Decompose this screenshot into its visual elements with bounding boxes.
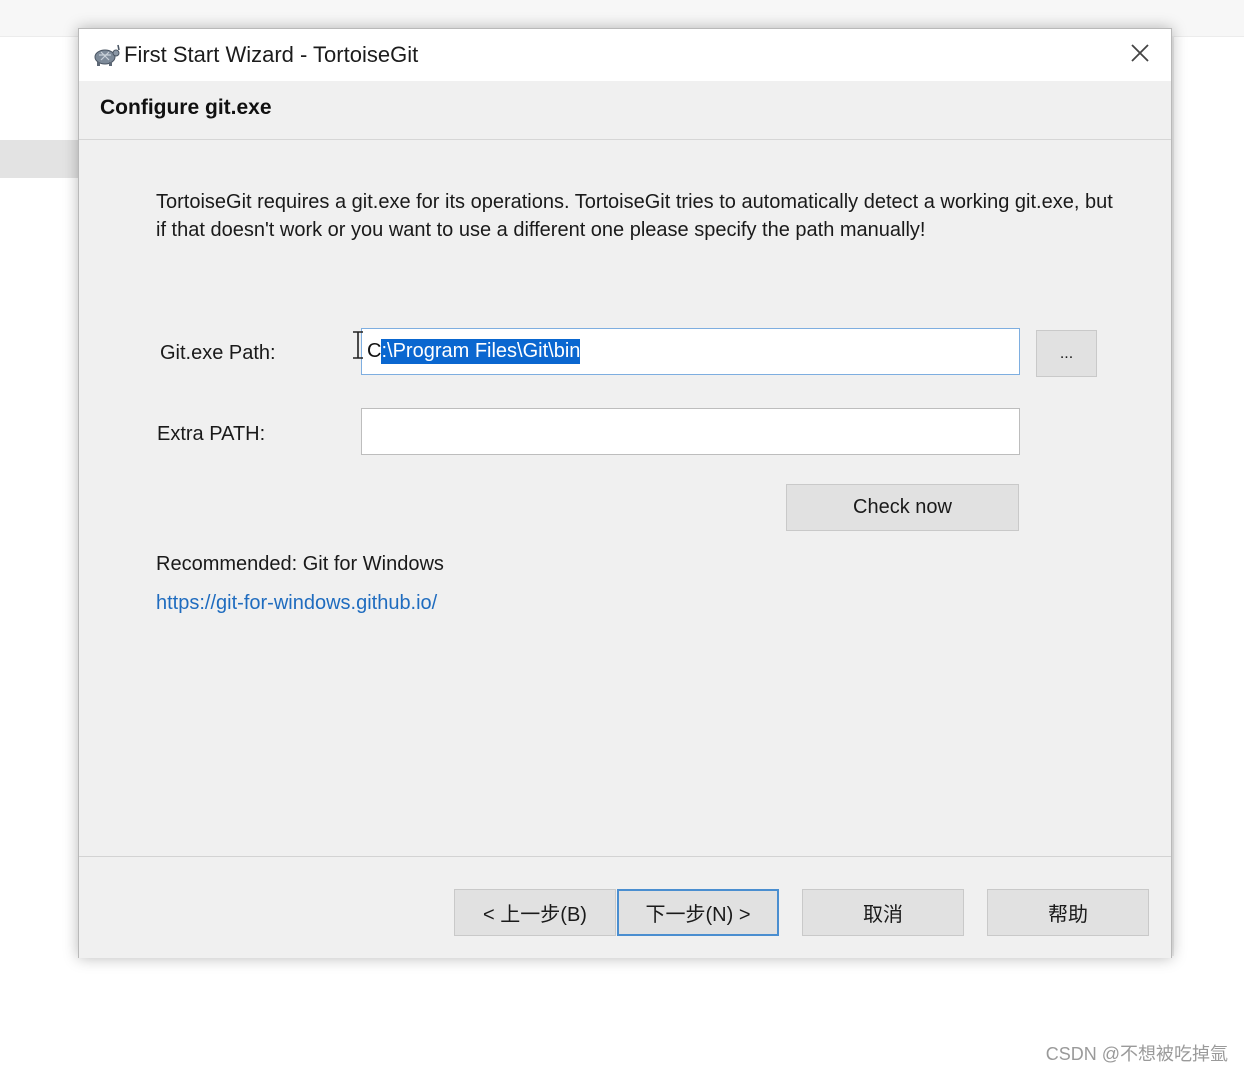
wizard-body: TortoiseGit requires a git.exe for its o… [79, 140, 1171, 856]
git-path-label: Git.exe Path: [160, 342, 276, 364]
back-button[interactable]: < 上一步(B) [454, 889, 616, 936]
background-divider [1172, 36, 1174, 956]
wizard-header: Configure git.exe [79, 81, 1171, 140]
first-start-wizard-dialog: First Start Wizard - TortoiseGit Configu… [78, 28, 1172, 958]
window-title: First Start Wizard - TortoiseGit [124, 42, 419, 67]
git-for-windows-link[interactable]: https://git-for-windows.github.io/ [156, 589, 437, 617]
help-button[interactable]: 帮助 [987, 889, 1149, 936]
recommended-text: Recommended: Git for Windows [156, 553, 444, 575]
git-path-input[interactable]: C:\Program Files\Git\bin [361, 328, 1020, 375]
git-path-value-selected: :\Program Files\Git\bin [381, 339, 581, 364]
extra-path-label: Extra PATH: [157, 423, 266, 445]
title-bar[interactable]: First Start Wizard - TortoiseGit [79, 29, 1171, 81]
wizard-footer: < 上一步(B) 下一步(N) > 取消 帮助 [79, 856, 1171, 958]
page-title: Configure git.exe [100, 96, 272, 119]
extra-path-input[interactable] [361, 408, 1020, 455]
git-path-value-unselected: C [367, 340, 382, 362]
description-text: TortoiseGit requires a git.exe for its o… [156, 191, 1113, 241]
text-cursor-icon [351, 330, 365, 360]
cancel-button[interactable]: 取消 [802, 889, 964, 936]
csdn-watermark: CSDN @不想被吃掉氩 [1045, 1044, 1228, 1064]
close-icon [1131, 43, 1149, 67]
close-button[interactable] [1123, 39, 1157, 71]
browse-button[interactable]: ... [1036, 330, 1097, 377]
background-sidebar-selection [0, 140, 78, 178]
next-button[interactable]: 下一步(N) > [617, 889, 779, 936]
tortoise-icon [91, 43, 121, 67]
check-now-button[interactable]: Check now [786, 484, 1019, 531]
